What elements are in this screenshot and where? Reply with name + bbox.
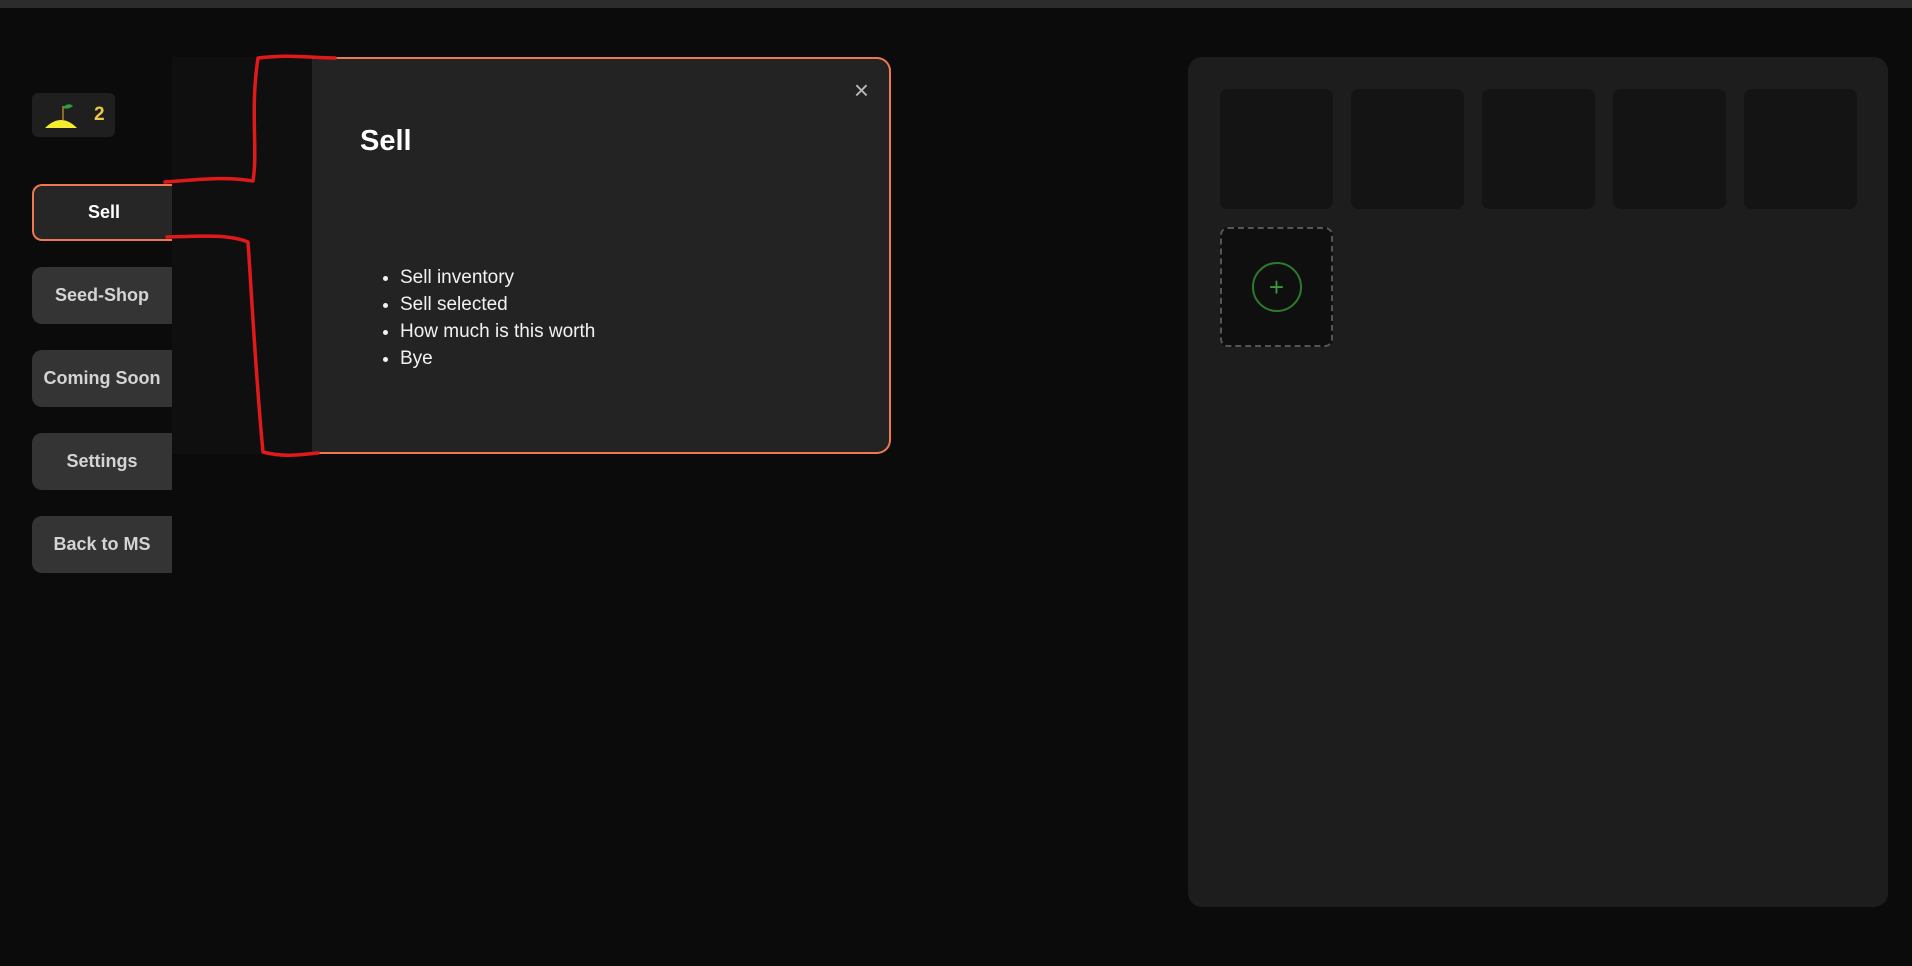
inventory-slot[interactable] xyxy=(1220,89,1333,209)
popup-connector-shadow xyxy=(172,57,312,454)
sell-option-sell-selected[interactable]: Sell selected xyxy=(400,291,595,318)
inventory-slot[interactable] xyxy=(1613,89,1726,209)
inventory-panel: + xyxy=(1188,57,1888,907)
sidebar-item-label: Sell xyxy=(87,202,121,222)
inventory-slot[interactable] xyxy=(1351,89,1464,209)
sell-option-worth[interactable]: How much is this worth xyxy=(400,318,595,345)
currency-display: 2 xyxy=(32,93,115,137)
sidebar-item-label: Back to MS xyxy=(53,534,151,554)
sell-option-sell-inventory[interactable]: Sell inventory xyxy=(400,264,595,291)
sidebar-item-label: Seed-Shop xyxy=(54,285,149,305)
sidebar-item-settings[interactable]: Settings xyxy=(32,433,172,490)
sell-options-list: Sell inventory Sell selected How much is… xyxy=(360,264,595,372)
popup-title: Sell xyxy=(360,125,412,157)
sidebar-item-seed-shop[interactable]: Seed-Shop xyxy=(32,267,172,324)
sidebar-item-label: Coming Soon xyxy=(43,368,161,388)
sidebar-item-label: Settings xyxy=(66,451,138,471)
window-top-bar xyxy=(0,0,1912,8)
sidebar-item-sell[interactable]: Sell xyxy=(32,184,174,241)
seed-sprout-icon xyxy=(38,95,84,135)
currency-amount: 2 xyxy=(94,104,105,125)
close-icon[interactable]: × xyxy=(854,77,869,103)
sell-option-bye[interactable]: Bye xyxy=(400,345,595,372)
inventory-slot[interactable] xyxy=(1482,89,1595,209)
add-slot-button[interactable]: + xyxy=(1220,227,1333,347)
sidebar-item-back-to-ms[interactable]: Back to MS xyxy=(32,516,172,573)
sidebar-item-coming-soon[interactable]: Coming Soon xyxy=(32,350,172,407)
plus-circle-icon: + xyxy=(1251,262,1302,312)
inventory-slot[interactable] xyxy=(1744,89,1857,209)
sell-popup: × Sell Sell inventory Sell selected How … xyxy=(312,57,891,454)
